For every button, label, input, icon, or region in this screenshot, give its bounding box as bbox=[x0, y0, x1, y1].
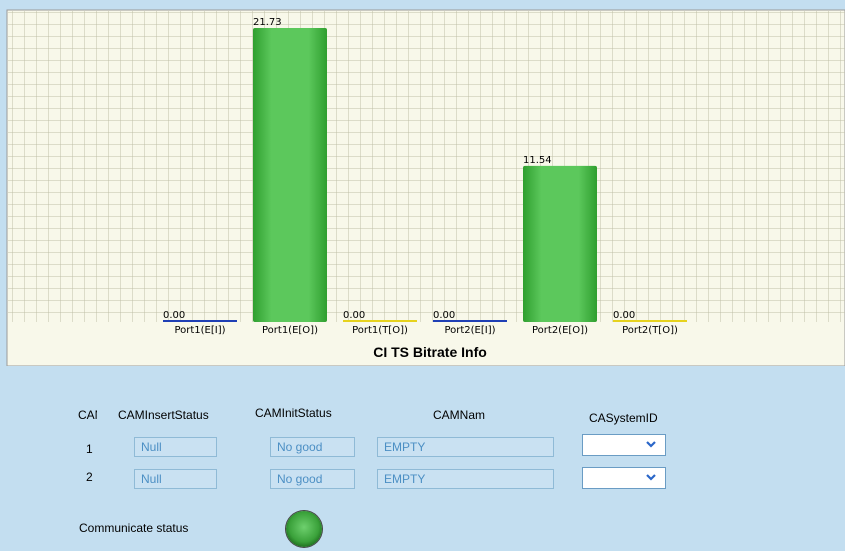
header-cam-init-status: CAMInitStatus bbox=[255, 406, 332, 420]
bar-value-label: 0.00 bbox=[163, 310, 185, 321]
cam-row-number: 2 bbox=[86, 470, 93, 484]
cam-name-field: EMPTY bbox=[377, 469, 554, 489]
ca-system-id-select[interactable] bbox=[582, 467, 666, 489]
chevron-down-icon[interactable] bbox=[645, 438, 657, 453]
bar-4 bbox=[523, 165, 597, 322]
header-cam-insert-status: CAMInsertStatus bbox=[118, 408, 209, 422]
communicate-status-label: Communicate status bbox=[79, 521, 189, 535]
communicate-status-led-icon bbox=[286, 511, 322, 547]
cam-init-status-field: No good bbox=[270, 469, 355, 489]
category-label: Port1(E[I]) bbox=[174, 325, 225, 336]
bar-value-label: 0.00 bbox=[343, 310, 365, 321]
cam-insert-status-field: Null bbox=[134, 469, 217, 489]
ca-system-id-select[interactable] bbox=[582, 434, 666, 456]
bar-1 bbox=[253, 28, 327, 322]
category-label: Port1(T[O]) bbox=[352, 325, 408, 336]
bitrate-chart: 0.00 Port1(E[I]) 21.73 Port1(E[O]) 0.00 Port1… bbox=[6, 9, 845, 366]
cam-insert-status-field: Null bbox=[134, 437, 217, 457]
cam-row-number: 1 bbox=[86, 442, 93, 456]
cam-init-status-field: No good bbox=[270, 437, 355, 457]
category-label: Port2(E[O]) bbox=[532, 325, 588, 336]
header-cam: CAM bbox=[78, 408, 97, 422]
bar-value-label: 21.73 bbox=[253, 17, 282, 28]
category-label: Port2(E[I]) bbox=[444, 325, 495, 336]
cam-name-field: EMPTY bbox=[377, 437, 554, 457]
bar-value-label: 11.54 bbox=[523, 155, 552, 166]
header-cam-name: CAMNam bbox=[433, 408, 486, 422]
category-label: Port2(T[O]) bbox=[622, 325, 678, 336]
plot-grid bbox=[8, 11, 845, 322]
bar-value-label: 0.00 bbox=[613, 310, 635, 321]
header-ca-system-id: CASystemID bbox=[589, 411, 658, 425]
chevron-down-icon[interactable] bbox=[645, 471, 657, 486]
chart-title: CI TS Bitrate Info bbox=[373, 344, 487, 360]
bar-value-label: 0.00 bbox=[433, 310, 455, 321]
bitrate-chart-panel: 0.00 Port1(E[I]) 21.73 Port1(E[O]) 0.00 Port1… bbox=[0, 0, 845, 366]
category-label: Port1(E[O]) bbox=[262, 325, 318, 336]
